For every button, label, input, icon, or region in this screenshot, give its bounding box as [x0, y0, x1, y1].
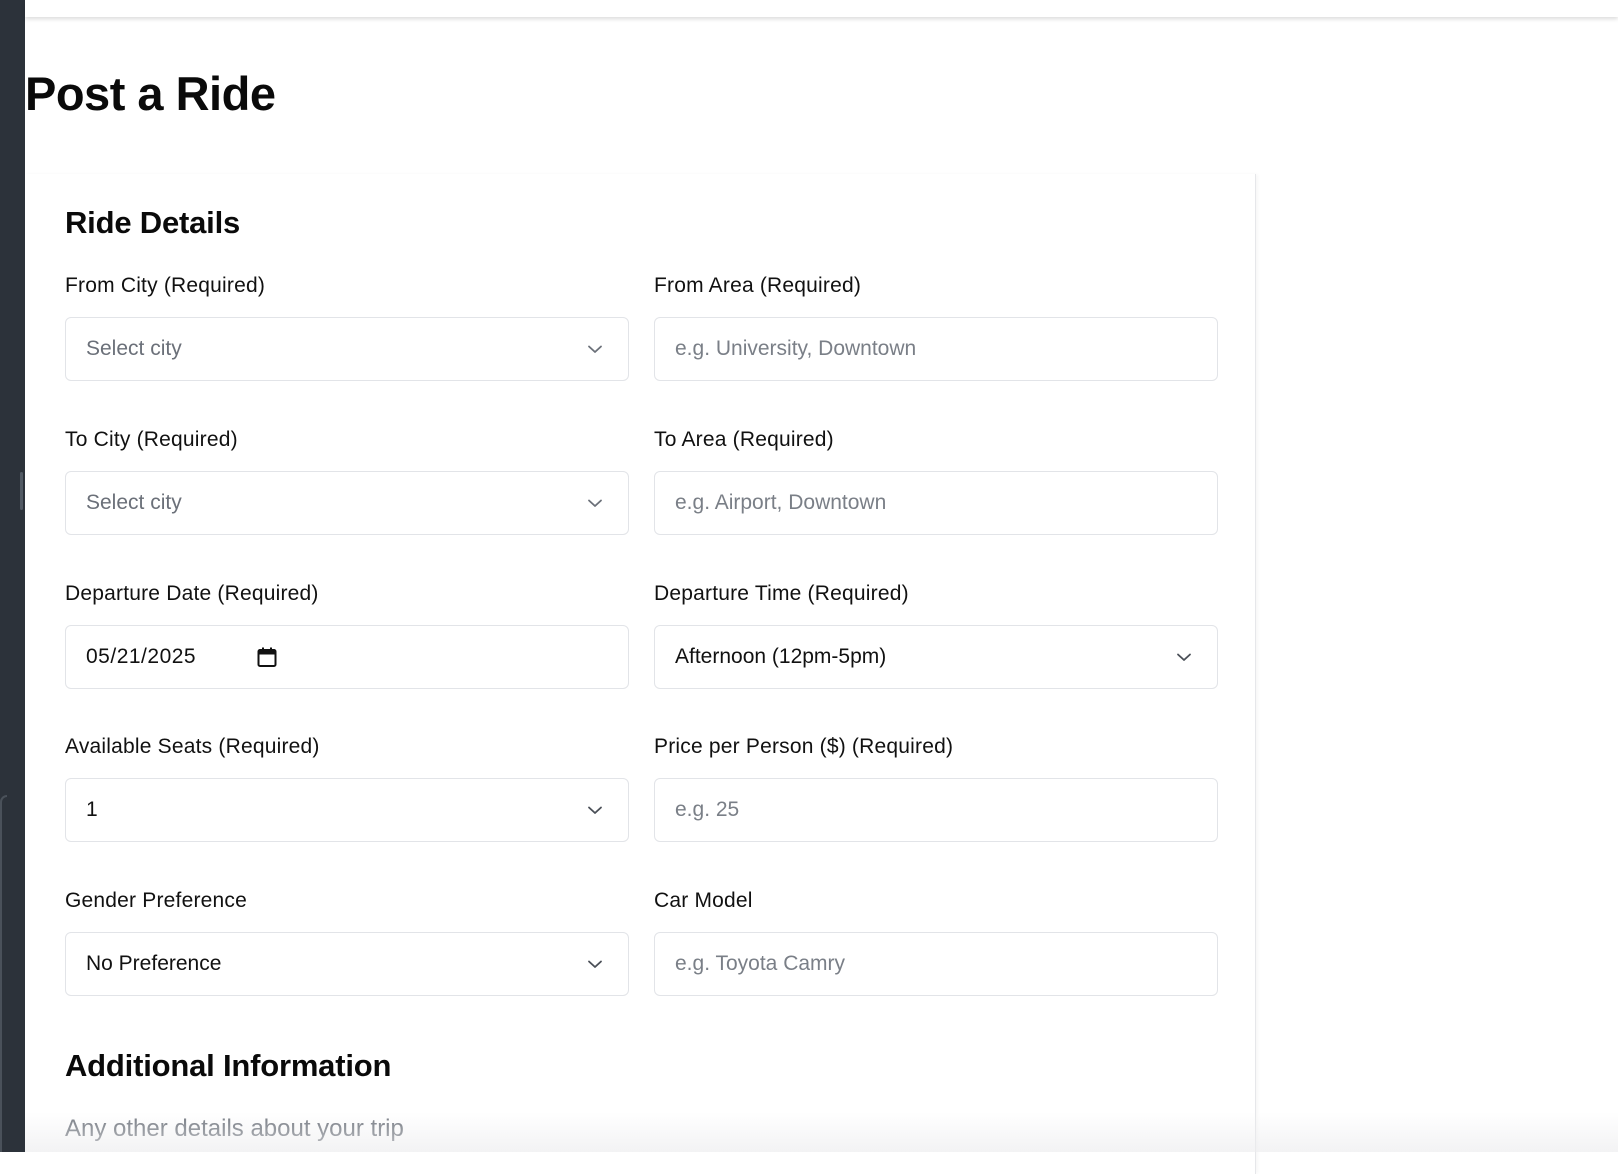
to-area-input[interactable] [675, 491, 1197, 515]
chevron-down-icon [586, 494, 604, 512]
car-model-input-wrapper [654, 932, 1218, 996]
from-city-label: From City (Required) [65, 271, 629, 301]
from-area-field: From Area (Required) [654, 271, 1218, 381]
to-area-field: To Area (Required) [654, 425, 1218, 535]
to-area-input-wrapper [654, 471, 1218, 535]
price-per-person-label: Price per Person ($) (Required) [654, 732, 1218, 762]
car-model-field: Car Model [654, 886, 1218, 996]
from-city-field: From City (Required) Select city [65, 271, 629, 381]
departure-date-label: Departure Date (Required) [65, 579, 629, 609]
gender-preference-select[interactable]: No Preference [65, 932, 629, 996]
from-city-select[interactable]: Select city [65, 317, 629, 381]
from-area-input[interactable] [675, 337, 1197, 361]
left-sidebar-edge [0, 0, 25, 1152]
departure-date-input[interactable]: 05/21/2025 [65, 625, 629, 689]
departure-date-field: Departure Date (Required) 05/21/2025 [65, 579, 629, 689]
chevron-down-icon [1175, 648, 1193, 666]
ride-form-card: Ride Details From City (Required) Select… [25, 174, 1256, 1174]
to-city-field: To City (Required) Select city [65, 425, 629, 535]
departure-time-selected-value: Afternoon (12pm-5pm) [675, 645, 886, 669]
departure-time-field: Departure Time (Required) Afternoon (12p… [654, 579, 1218, 689]
available-seats-field: Available Seats (Required) 1 [65, 732, 629, 842]
to-area-label: To Area (Required) [654, 425, 1218, 455]
from-area-label: From Area (Required) [654, 271, 1218, 301]
car-model-label: Car Model [654, 886, 1218, 916]
gender-preference-label: Gender Preference [65, 886, 629, 916]
available-seats-selected-value: 1 [86, 798, 98, 822]
chevron-down-icon [586, 955, 604, 973]
available-seats-select[interactable]: 1 [65, 778, 629, 842]
sidebar-panel-edge [0, 795, 7, 1152]
departure-time-select[interactable]: Afternoon (12pm-5pm) [654, 625, 1218, 689]
chevron-down-icon [586, 801, 604, 819]
from-area-input-wrapper [654, 317, 1218, 381]
price-per-person-field: Price per Person ($) (Required) [654, 732, 1218, 842]
departure-time-label: Departure Time (Required) [654, 579, 1218, 609]
calendar-icon[interactable] [256, 646, 278, 668]
departure-date-value: 05/21/2025 [86, 645, 196, 669]
top-header-bar [25, 0, 1618, 17]
section-title-additional-information: Additional Information [65, 1048, 391, 1084]
price-per-person-input[interactable] [675, 798, 1197, 822]
to-city-selected-value: Select city [86, 491, 182, 515]
to-city-label: To City (Required) [65, 425, 629, 455]
price-per-person-input-wrapper [654, 778, 1218, 842]
gender-preference-field: Gender Preference No Preference [65, 886, 629, 996]
sidebar-resize-handle[interactable] [20, 472, 23, 510]
gender-preference-selected-value: No Preference [86, 952, 221, 976]
car-model-input[interactable] [675, 952, 1197, 976]
to-city-select[interactable]: Select city [65, 471, 629, 535]
from-city-selected-value: Select city [86, 337, 182, 361]
page-title: Post a Ride [25, 66, 275, 122]
additional-details-textarea[interactable]: Any other details about your trip [65, 1115, 404, 1143]
chevron-down-icon [586, 340, 604, 358]
available-seats-label: Available Seats (Required) [65, 732, 629, 762]
section-title-ride-details: Ride Details [65, 205, 240, 241]
